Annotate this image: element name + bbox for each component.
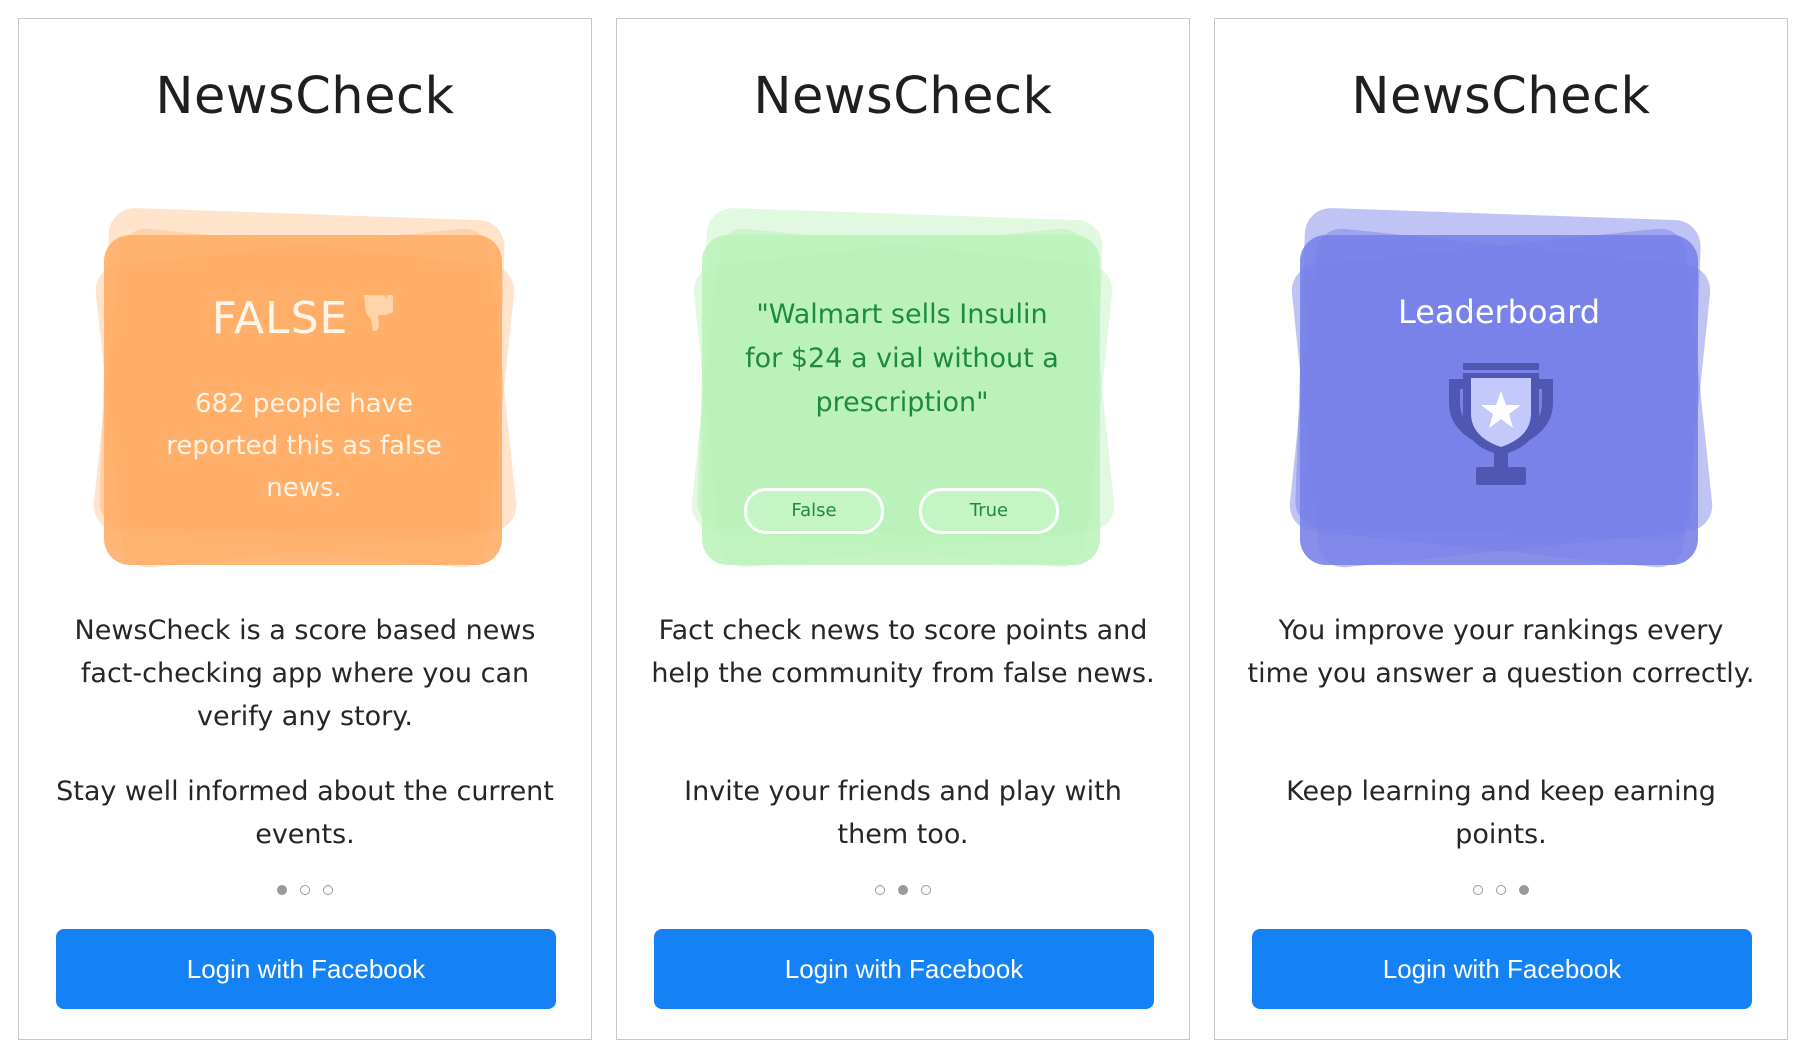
news-card-stack[interactable]: FALSE 682 people have reported this as f… bbox=[68, 174, 542, 570]
trophy-icon bbox=[1436, 363, 1566, 507]
page-dot[interactable] bbox=[323, 885, 333, 895]
login-facebook-button[interactable]: Login with Facebook bbox=[1252, 929, 1752, 1009]
answer-true-button[interactable]: True bbox=[919, 488, 1059, 534]
tagline-text: Stay well informed about the current eve… bbox=[56, 776, 554, 850]
page-dot[interactable] bbox=[921, 885, 931, 895]
login-facebook-button[interactable]: Login with Facebook bbox=[56, 929, 556, 1009]
leaderboard-card-content: Leaderboard bbox=[1300, 235, 1698, 565]
news-card-content: FALSE 682 people have reported this as f… bbox=[104, 235, 502, 565]
page-dot-active[interactable] bbox=[277, 885, 287, 895]
description-text: You improve your rankings every time you… bbox=[1247, 615, 1755, 689]
verdict-heading: FALSE bbox=[104, 293, 502, 344]
news-claim-text: "Walmart sells Insulin for $24 a vial wi… bbox=[745, 299, 1059, 418]
report-count-text: 682 people have reported this as false n… bbox=[166, 389, 442, 503]
onboarding-screen-1: NewsCheck FALSE 682 people have reported… bbox=[18, 18, 592, 1040]
verdict-label: FALSE bbox=[211, 293, 349, 344]
description-text: Fact check news to score points and help… bbox=[651, 615, 1155, 689]
onboarding-screen-2: NewsCheck "Walmart sells Insulin for $24… bbox=[616, 18, 1190, 1040]
page-dot[interactable] bbox=[300, 885, 310, 895]
app-title: NewsCheck bbox=[753, 67, 1053, 126]
thumbs-down-icon bbox=[362, 293, 394, 344]
page-indicator bbox=[19, 885, 591, 895]
page-dot[interactable] bbox=[875, 885, 885, 895]
page-dot-active[interactable] bbox=[898, 885, 908, 895]
news-card-content: "Walmart sells Insulin for $24 a vial wi… bbox=[702, 235, 1100, 565]
description-text: NewsCheck is a score based news fact-che… bbox=[74, 615, 536, 732]
leaderboard-card-stack[interactable]: Leaderboard bbox=[1264, 174, 1738, 570]
answer-false-button[interactable]: False bbox=[744, 488, 884, 534]
news-card-stack[interactable]: "Walmart sells Insulin for $24 a vial wi… bbox=[666, 174, 1140, 570]
page-dot[interactable] bbox=[1473, 885, 1483, 895]
app-title: NewsCheck bbox=[155, 67, 455, 126]
page-indicator bbox=[617, 885, 1189, 895]
login-facebook-button[interactable]: Login with Facebook bbox=[654, 929, 1154, 1009]
page-indicator bbox=[1215, 885, 1787, 895]
tagline-text: Invite your friends and play with them t… bbox=[684, 776, 1122, 850]
tagline-text: Keep learning and keep earning points. bbox=[1286, 776, 1716, 850]
page-dot-active[interactable] bbox=[1519, 885, 1529, 895]
leaderboard-heading: Leaderboard bbox=[1397, 293, 1601, 331]
page-dot[interactable] bbox=[1496, 885, 1506, 895]
app-title: NewsCheck bbox=[1351, 67, 1651, 126]
onboarding-screen-3: NewsCheck Leaderboard You improve your r… bbox=[1214, 18, 1788, 1040]
